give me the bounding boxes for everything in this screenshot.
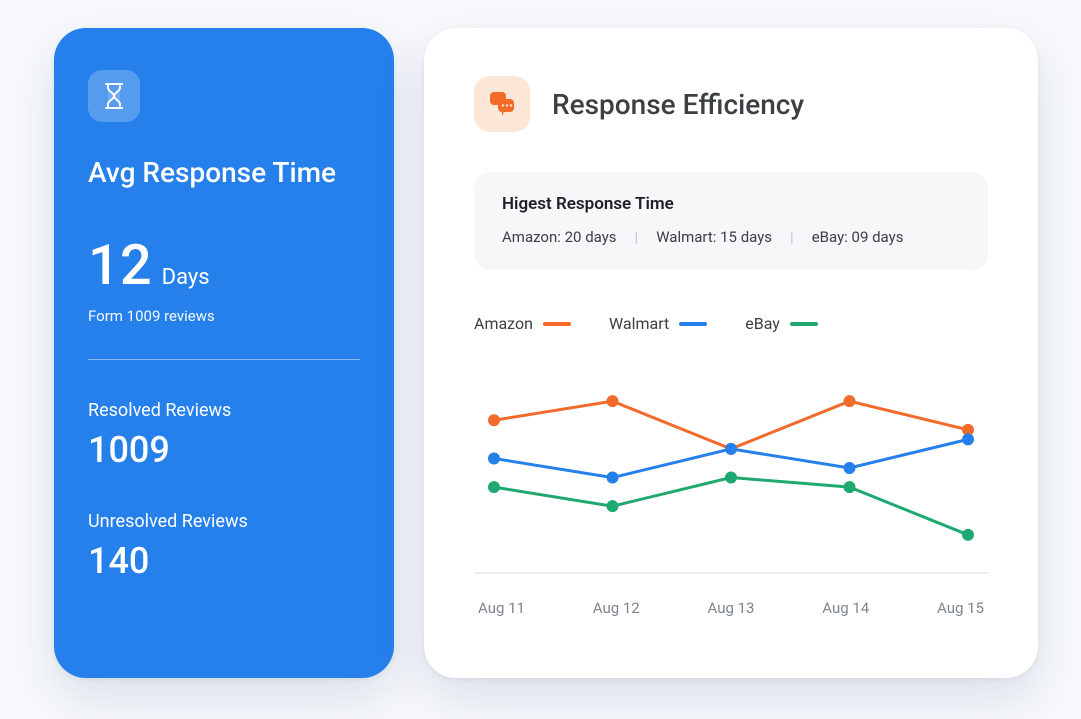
x-tick: Aug 14 — [822, 599, 869, 617]
x-axis-labels: Aug 11 Aug 12 Aug 13 Aug 14 Aug 15 — [474, 599, 988, 617]
divider — [88, 359, 360, 360]
avg-response-time-card: Avg Response Time 12 Days Form 1009 revi… — [54, 28, 394, 678]
legend-swatch-amazon — [543, 322, 571, 326]
legend-item-ebay: eBay — [745, 314, 818, 333]
chart-legend: Amazon Walmart eBay — [474, 314, 988, 333]
legend-swatch-ebay — [790, 322, 818, 326]
legend-swatch-walmart — [679, 322, 707, 326]
hourglass-icon — [88, 70, 140, 122]
x-tick: Aug 11 — [478, 599, 525, 617]
response-efficiency-card: Response Efficiency Higest Response Time… — [424, 28, 1038, 678]
resolved-reviews-value: 1009 — [88, 429, 360, 471]
separator-icon: | — [790, 228, 794, 246]
avg-days-number: 12 — [88, 237, 152, 293]
x-tick: Aug 15 — [937, 599, 984, 617]
line-chart — [474, 353, 988, 593]
summary-ebay: eBay: 09 days — [812, 228, 904, 246]
summary-amazon: Amazon: 20 days — [502, 228, 617, 246]
highest-response-time-title: Higest Response Time — [502, 194, 960, 214]
avg-response-time-value: 12 Days — [88, 237, 360, 293]
chat-icon — [474, 76, 530, 132]
separator-icon: | — [635, 228, 639, 246]
summary-walmart: Walmart: 15 days — [656, 228, 772, 246]
resolved-reviews-label: Resolved Reviews — [88, 400, 360, 421]
avg-response-subtext: Form 1009 reviews — [88, 307, 360, 325]
unresolved-reviews-value: 140 — [88, 540, 360, 582]
unresolved-reviews-label: Unresolved Reviews — [88, 511, 360, 532]
legend-label-ebay: eBay — [745, 314, 780, 333]
highest-response-time-box: Higest Response Time Amazon: 20 days | W… — [474, 172, 988, 270]
legend-label-walmart: Walmart — [609, 314, 669, 333]
avg-days-unit: Days — [162, 265, 210, 290]
x-tick: Aug 13 — [708, 599, 755, 617]
legend-label-amazon: Amazon — [474, 314, 533, 333]
legend-item-walmart: Walmart — [609, 314, 707, 333]
response-efficiency-title: Response Efficiency — [552, 88, 804, 121]
x-tick: Aug 12 — [593, 599, 640, 617]
avg-response-time-title: Avg Response Time — [88, 156, 360, 189]
legend-item-amazon: Amazon — [474, 314, 571, 333]
